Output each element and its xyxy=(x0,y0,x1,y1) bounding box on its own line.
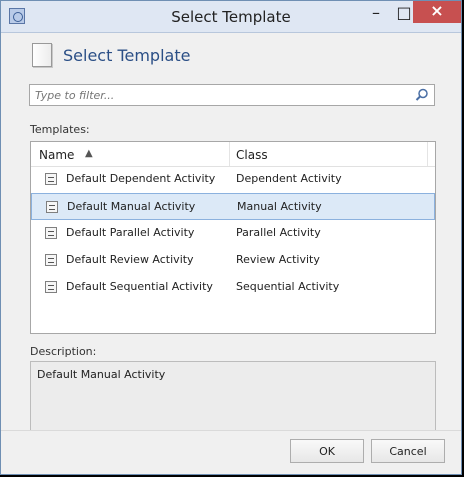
list-header: Name ▲ Class xyxy=(31,142,435,167)
template-class: Review Activity xyxy=(236,253,320,266)
table-row[interactable]: Default Review Activity Review Activity xyxy=(31,247,435,274)
document-icon xyxy=(45,254,57,266)
search-icon[interactable] xyxy=(415,88,429,102)
class-column-label: Class xyxy=(236,148,268,162)
select-template-window: Select Template – □ × Select Template Te… xyxy=(0,0,462,475)
document-icon xyxy=(45,227,57,239)
table-row[interactable]: Default Sequential Activity Sequential A… xyxy=(31,274,435,301)
column-divider xyxy=(229,142,230,166)
dialog-title: Select Template xyxy=(63,46,191,65)
template-icon xyxy=(32,43,52,67)
table-row-selected[interactable]: Default Manual Activity Manual Activity xyxy=(31,193,435,220)
template-name: Default Review Activity xyxy=(66,253,194,266)
column-divider xyxy=(427,142,428,166)
cancel-button[interactable]: Cancel xyxy=(371,439,445,463)
table-row[interactable]: Default Parallel Activity Parallel Activ… xyxy=(31,220,435,247)
name-column-label: Name xyxy=(39,148,75,162)
sort-up-icon: ▲ xyxy=(85,148,93,159)
template-class: Manual Activity xyxy=(237,200,322,213)
description-label: Description: xyxy=(30,345,97,358)
close-button[interactable]: × xyxy=(413,1,461,23)
dialog-footer: OK Cancel xyxy=(1,430,461,474)
filter-input[interactable] xyxy=(30,85,420,105)
class-column-header[interactable]: Class xyxy=(236,148,386,162)
templates-list[interactable]: Name ▲ Class Default Dependent Activity … xyxy=(30,141,436,334)
dialog-content: Select Template Templates: Name ▲ Class xyxy=(1,32,461,443)
template-name: Default Manual Activity xyxy=(67,200,196,213)
table-row[interactable]: Default Dependent Activity Dependent Act… xyxy=(31,166,435,193)
document-icon xyxy=(45,173,57,185)
template-name: Default Sequential Activity xyxy=(66,280,213,293)
ok-button[interactable]: OK xyxy=(290,439,364,463)
templates-label: Templates: xyxy=(30,123,90,136)
template-class: Sequential Activity xyxy=(236,280,340,293)
template-name: Default Dependent Activity xyxy=(66,172,216,185)
template-class: Parallel Activity xyxy=(236,226,321,239)
filter-field[interactable] xyxy=(29,84,435,106)
document-icon xyxy=(45,281,57,293)
minimize-button[interactable]: – xyxy=(362,3,390,25)
template-class: Dependent Activity xyxy=(236,172,342,185)
document-icon xyxy=(46,201,58,213)
template-name: Default Parallel Activity xyxy=(66,226,195,239)
name-column-header[interactable]: Name ▲ xyxy=(39,148,227,162)
titlebar: Select Template – □ × xyxy=(1,1,461,33)
